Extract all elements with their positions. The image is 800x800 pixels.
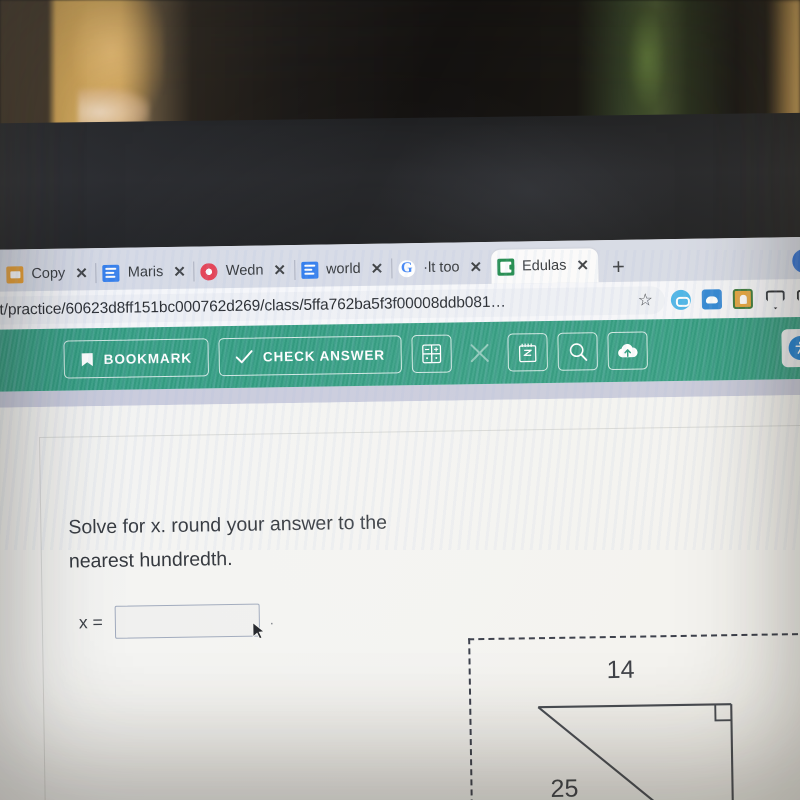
edulastic-toolbar: BOOKMARK CHECK ANSWER: [0, 316, 800, 392]
bookmark-flag-icon: [81, 352, 94, 367]
bookmark-button-label: BOOKMARK: [103, 350, 193, 367]
shield-extension-icon-2[interactable]: [795, 288, 800, 308]
scratchpad-button[interactable]: [507, 332, 549, 372]
url-text: nt/practice/60623d8ff151bc000762d269/cla…: [0, 293, 506, 319]
classroom-extension-icon[interactable]: [732, 288, 754, 310]
trailing-period: .: [269, 611, 274, 628]
google-g-icon: G: [398, 259, 416, 277]
answer-row: x =: [78, 603, 260, 640]
calculator-grid-icon: [422, 344, 442, 364]
bookmark-button[interactable]: BOOKMARK: [63, 338, 210, 379]
cloud-extension-icon[interactable]: [701, 289, 723, 310]
close-icon[interactable]: ✕: [371, 260, 384, 277]
browser-tab-label: Maris: [127, 264, 164, 281]
answer-label: x =: [78, 612, 103, 633]
edulastic-icon: [496, 258, 515, 276]
close-button[interactable]: [462, 334, 499, 373]
extension-icons: [670, 288, 800, 311]
room-plant: [624, 8, 670, 120]
blue-document-icon: [300, 261, 319, 279]
label-side-hypotenuse: 25: [550, 774, 579, 800]
answer-input[interactable]: [114, 603, 260, 639]
browser-tab-label: Wedn: [225, 262, 264, 280]
accessibility-person-icon: [788, 335, 800, 361]
upload-button[interactable]: [607, 331, 649, 371]
room-right-light: [767, 0, 800, 128]
bookmark-star-icon[interactable]: ☆: [637, 290, 653, 310]
close-icon[interactable]: ✕: [173, 263, 186, 280]
blue-document-icon: [102, 264, 120, 282]
new-tab-button[interactable]: +: [598, 254, 637, 283]
profile-avatar-icon[interactable]: [792, 248, 800, 274]
zoom-button[interactable]: [557, 332, 599, 371]
close-icon[interactable]: ✕: [469, 259, 482, 276]
browser-tab-3[interactable]: world ✕: [295, 251, 393, 287]
browser-tab-label: ·lt too: [423, 259, 460, 276]
address-bar[interactable]: nt/practice/60623d8ff151bc000762d269/cla…: [0, 286, 666, 325]
browser-tab-label: Edulas: [521, 257, 567, 275]
scratchpad-notepad-icon: [518, 342, 538, 363]
label-side-top: 14: [606, 655, 635, 685]
close-icon[interactable]: ✕: [576, 257, 589, 274]
browser-tab-1[interactable]: Maris ✕: [97, 255, 196, 291]
browser-tab-0[interactable]: Copy ✕: [0, 256, 97, 292]
accessibility-button[interactable]: [781, 328, 800, 368]
question-text: Solve for x. round your answer to the ne…: [68, 511, 388, 573]
browser-tab-label: Copy: [31, 265, 66, 283]
check-answer-button[interactable]: CHECK ANSWER: [218, 335, 403, 377]
orange-square-icon: [6, 265, 24, 283]
checkmark-icon: [235, 350, 253, 364]
question-page: Solve for x. round your answer to the ne…: [0, 394, 800, 800]
browser-tab-2[interactable]: Wedn ✕: [195, 253, 296, 289]
calculator-button[interactable]: [411, 334, 453, 374]
shield-extension-icon[interactable]: [764, 288, 784, 308]
magnifier-icon: [567, 341, 588, 362]
screenshot-root: Copy ✕ Maris ✕ Wedn ✕ world ✕ G ·lt too: [0, 0, 800, 800]
close-icon[interactable]: ✕: [75, 265, 88, 282]
close-x-icon: [469, 342, 491, 364]
screen-content: Copy ✕ Maris ✕ Wedn ✕ world ✕ G ·lt too: [0, 236, 800, 800]
browser-tab-4[interactable]: G ·lt too ✕: [392, 250, 491, 286]
browser-tab-label: world: [325, 260, 361, 278]
triangle-figure: 14 25 x: [468, 632, 800, 800]
link-extension-icon[interactable]: [670, 289, 692, 311]
check-answer-button-label: CHECK ANSWER: [262, 347, 386, 364]
red-burst-icon: [201, 263, 218, 280]
close-icon[interactable]: ✕: [273, 262, 286, 279]
cloud-upload-icon: [617, 342, 639, 359]
mouse-cursor: [252, 621, 266, 640]
browser-tab-5-active[interactable]: Edulas ✕: [490, 248, 599, 284]
